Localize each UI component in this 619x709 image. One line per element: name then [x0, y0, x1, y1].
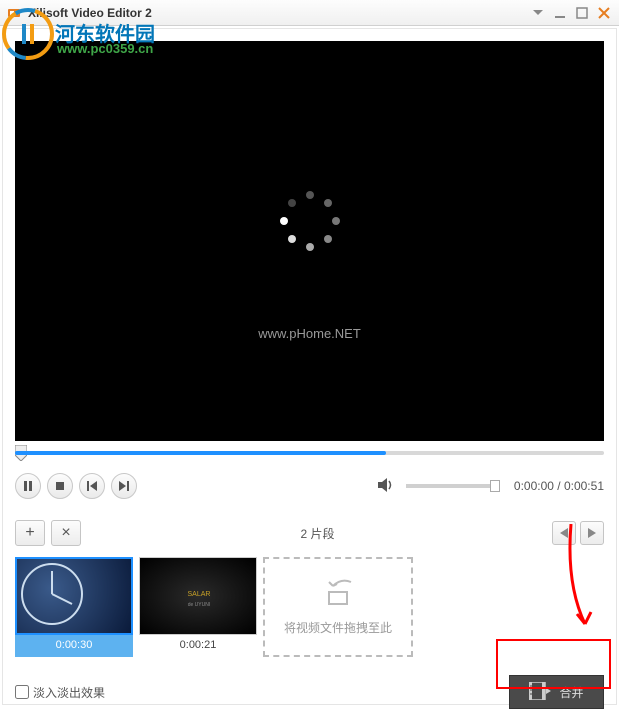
clip-duration: 0:00:30	[15, 639, 133, 651]
video-preview[interactable]: www.pHome.NET	[15, 41, 604, 441]
svg-text:de UYUNI: de UYUNI	[188, 602, 211, 608]
clip-thumbnail[interactable]: 0:00:30	[15, 557, 133, 657]
volume-slider[interactable]	[406, 484, 496, 488]
maximize-button[interactable]	[573, 5, 591, 21]
clip-thumbnail[interactable]: SALAR de UYUNI 0:00:21	[139, 557, 257, 657]
drop-zone[interactable]: 将视频文件拖拽至此	[263, 557, 413, 657]
watermark-url: www.pc0359.cn	[57, 41, 153, 56]
prev-button[interactable]	[79, 473, 105, 499]
fade-checkbox-wrap[interactable]: 淡入淡出效果	[15, 684, 105, 701]
watermark-logo	[2, 8, 54, 63]
settings-dropdown-icon[interactable]	[529, 5, 547, 21]
svg-text:SALAR: SALAR	[188, 591, 211, 598]
loading-spinner-icon	[280, 191, 340, 251]
clips-prev-button[interactable]	[552, 521, 576, 545]
drop-arrow-icon	[321, 578, 355, 609]
volume-thumb[interactable]	[490, 480, 500, 492]
next-button[interactable]	[111, 473, 137, 499]
remove-clip-button[interactable]: ×	[51, 520, 81, 546]
fade-label: 淡入淡出效果	[33, 684, 105, 701]
fade-checkbox[interactable]	[15, 685, 29, 699]
close-button[interactable]	[595, 5, 613, 21]
time-display: 0:00:00 / 0:00:51	[514, 479, 604, 493]
clip-duration: 0:00:21	[139, 639, 257, 651]
clips-next-button[interactable]	[580, 521, 604, 545]
merge-button[interactable]: 合并	[509, 675, 604, 709]
add-clip-button[interactable]: +	[15, 520, 45, 546]
play-pause-button[interactable]	[15, 473, 41, 499]
film-merge-icon	[529, 682, 551, 703]
merge-label: 合并	[559, 684, 583, 701]
volume-icon[interactable]	[378, 478, 394, 495]
drop-hint-text: 将视频文件拖拽至此	[284, 619, 392, 636]
progress-bar[interactable]	[15, 445, 604, 461]
stop-button[interactable]	[47, 473, 73, 499]
video-overlay-text: www.pHome.NET	[258, 326, 361, 341]
minimize-button[interactable]	[551, 5, 569, 21]
clips-count-label: 2 片段	[87, 525, 548, 542]
